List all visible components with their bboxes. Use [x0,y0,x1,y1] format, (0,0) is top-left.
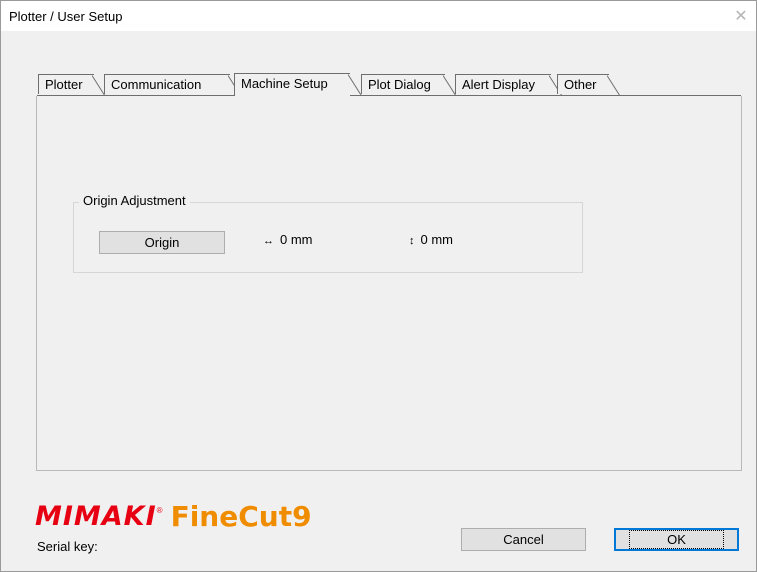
tab-machine-setup[interactable]: Machine Setup [234,73,362,96]
close-icon[interactable]: ✕ [726,1,756,31]
logo-product: FineCut9 [170,500,312,533]
vertical-arrow-icon: ↕ [409,235,415,247]
tab-page-machine-setup [36,96,742,471]
x-offset-value: 0 mm [280,232,313,247]
cancel-button[interactable]: Cancel [461,528,586,551]
group-label: Origin Adjustment [79,193,190,208]
origin-button[interactable]: Origin [99,231,225,254]
cancel-button-label: Cancel [503,532,544,547]
setup-dialog: Plotter / User Setup ✕ Plotter Communica… [0,0,757,572]
x-offset-readout: ↔ 0 mm [263,232,313,247]
tab-label: Plot Dialog [368,77,431,92]
ok-button[interactable]: OK [614,528,739,551]
tab-label: Alert Display [462,77,535,92]
window-title: Plotter / User Setup [9,9,123,24]
serial-key-label: Serial key: [37,539,98,554]
tab-alert-display[interactable]: Alert Display [455,74,563,96]
tab-plotter[interactable]: Plotter [38,74,106,96]
tab-plot-dialog[interactable]: Plot Dialog [361,74,457,96]
tab-communication[interactable]: Communication [104,74,242,96]
tab-other[interactable]: Other [557,74,621,96]
tab-label: Communication [111,77,202,92]
title-bar: Plotter / User Setup ✕ [1,1,756,31]
logo-trademark: ® [156,506,163,515]
horizontal-arrow-icon: ↔ [263,235,274,247]
ok-button-label: OK [629,530,724,549]
mimaki-finecut-logo: MIMAKI ® FineCut9 [35,498,312,532]
logo-brand: MIMAKI [35,501,157,532]
y-offset-value: 0 mm [420,232,454,247]
origin-button-label: Origin [144,235,180,250]
y-offset-readout: ↕ 0 mm [409,232,453,247]
tab-label: Plotter [45,77,83,92]
tab-label: Other [564,77,597,92]
tab-label: Machine Setup [241,76,328,91]
